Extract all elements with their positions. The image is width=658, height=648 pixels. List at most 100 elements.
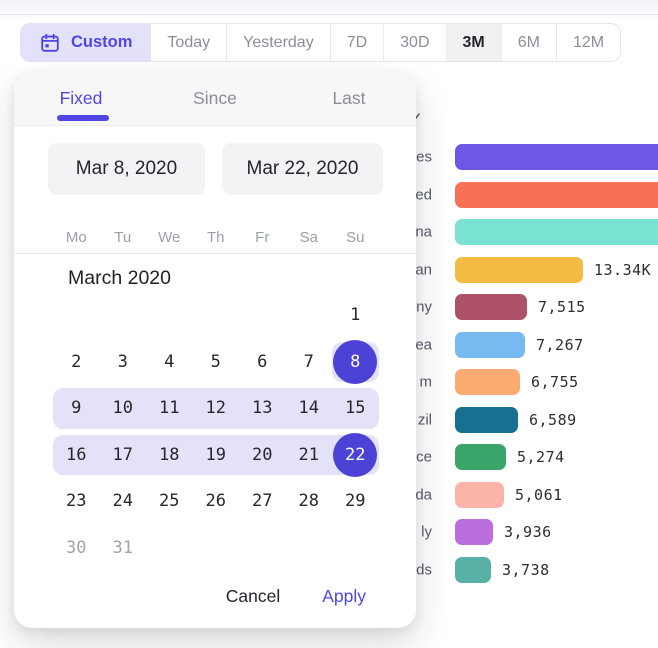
apply-button[interactable]: Apply: [322, 586, 366, 607]
chart-bar: [455, 444, 506, 470]
weekday-th: Th: [193, 224, 240, 250]
calendar-day-21[interactable]: 21: [286, 432, 333, 479]
day-number: 15: [345, 398, 365, 418]
calendar-day-6[interactable]: 6: [239, 339, 286, 386]
calendar-day-8[interactable]: 8: [332, 339, 379, 386]
custom-range-button[interactable]: Custom: [20, 23, 151, 62]
chart-bar-value: 13.34K: [594, 261, 651, 279]
custom-range-label: Custom: [71, 33, 132, 52]
tab-since[interactable]: Since: [148, 72, 282, 125]
calendar-day-25[interactable]: 25: [146, 478, 193, 525]
calendar-day-18[interactable]: 18: [146, 432, 193, 479]
calendar-week-row: 16 171819 20 21 22: [53, 432, 379, 479]
calendar-divider: [14, 253, 416, 254]
chart-bar: [455, 482, 504, 508]
calendar-day-13[interactable]: 13: [239, 385, 286, 432]
calendar-day-1[interactable]: 1: [332, 292, 379, 339]
chart-bar-value: 6,755: [531, 373, 579, 391]
day-number: 20: [252, 445, 272, 465]
end-date-input[interactable]: Mar 22, 2020: [222, 143, 383, 195]
calendar-day-9[interactable]: 9: [53, 385, 100, 432]
day-number: 5: [211, 352, 221, 372]
tab-last[interactable]: Last: [282, 72, 416, 125]
calendar-week-row: 1: [53, 292, 379, 339]
day-number: 12: [206, 398, 226, 418]
day-number: 27: [252, 491, 272, 511]
chart-row-label: da: [415, 486, 432, 503]
day-number: 10: [113, 398, 133, 418]
chart-bar: [455, 519, 493, 545]
weekday-header-row: MoTuWeThFrSaSu: [53, 224, 379, 250]
calendar-day-11[interactable]: 11: [146, 385, 193, 432]
chart-bar: [455, 332, 525, 358]
chart-bar-value: 7,515: [538, 298, 586, 316]
day-number: 9: [71, 398, 81, 418]
active-tab-underline: [57, 115, 109, 121]
chart-row-label: an: [415, 261, 432, 278]
cancel-button[interactable]: Cancel: [226, 586, 280, 607]
preset-30d[interactable]: 30D: [384, 24, 446, 61]
chart-row-label: ea: [415, 336, 432, 353]
calendar-day-12[interactable]: 12: [193, 385, 240, 432]
calendar-day-15[interactable]: 15: [332, 385, 379, 432]
day-number: 24: [113, 491, 133, 511]
day-number: 4: [164, 352, 174, 372]
calendar-day-19[interactable]: 19: [193, 432, 240, 479]
day-number: 25: [159, 491, 179, 511]
day-number: 31: [113, 538, 133, 558]
chart-bar: [455, 407, 518, 433]
calendar-day-24[interactable]: 24: [100, 478, 147, 525]
chart-row-label: ce: [416, 449, 432, 466]
day-number: 28: [299, 491, 319, 511]
chart-bar-value: 5,274: [517, 448, 565, 466]
calendar-day-5[interactable]: 5: [193, 339, 240, 386]
calendar-icon: [39, 32, 61, 54]
calendar-day-20[interactable]: 20: [239, 432, 286, 479]
start-date-input[interactable]: Mar 8, 2020: [48, 143, 205, 195]
preset-today[interactable]: Today: [151, 24, 227, 61]
day-number: 16: [66, 445, 86, 465]
preset-3m[interactable]: 3M: [447, 24, 502, 61]
chart-row-label: ly: [421, 524, 432, 541]
calendar-day-7[interactable]: 7: [286, 339, 333, 386]
calendar-day-4[interactable]: 4: [146, 339, 193, 386]
chart-row-label: ny: [416, 299, 432, 316]
day-number: 30: [66, 538, 86, 558]
day-number: 23: [66, 491, 86, 511]
calendar-day-16[interactable]: 16: [53, 432, 100, 479]
weekday-fr: Fr: [239, 224, 286, 250]
month-title: March 2020: [68, 267, 171, 290]
calendar-day-26[interactable]: 26: [193, 478, 240, 525]
chart-bar: [455, 557, 491, 583]
preset-6m[interactable]: 6M: [502, 24, 557, 61]
day-number: 21: [299, 445, 319, 465]
calendar-day-23[interactable]: 23: [53, 478, 100, 525]
chart-bar: [455, 144, 658, 170]
chart-bar: [455, 182, 658, 208]
preset-7d[interactable]: 7D: [331, 24, 384, 61]
chart-bar-value: 7,267: [536, 336, 584, 354]
calendar-day-28[interactable]: 28: [286, 478, 333, 525]
calendar-day-22[interactable]: 22: [332, 432, 379, 479]
calendar-day-29[interactable]: 29: [332, 478, 379, 525]
calendar-day-3[interactable]: 3: [100, 339, 147, 386]
preset-12m[interactable]: 12M: [557, 24, 620, 61]
calendar-day-14[interactable]: 14: [286, 385, 333, 432]
day-number: 13: [252, 398, 272, 418]
calendar-day-27[interactable]: 27: [239, 478, 286, 525]
chart-row-label: m: [420, 374, 433, 391]
calendar-day-31[interactable]: 31: [100, 525, 147, 572]
chart-bar-value: 3,936: [504, 523, 552, 541]
calendar-day-2[interactable]: 2: [53, 339, 100, 386]
chart-row-label: na: [415, 224, 432, 241]
calendar-day-17[interactable]: 17: [100, 432, 147, 479]
weekday-su: Su: [332, 224, 379, 250]
day-number: 2: [71, 352, 81, 372]
calendar-week-row: 30 31: [53, 525, 379, 572]
calendar-day-10[interactable]: 10: [100, 385, 147, 432]
chart-bar: [455, 257, 583, 283]
preset-yesterday[interactable]: Yesterday: [227, 24, 331, 61]
calendar-day-30[interactable]: 30: [53, 525, 100, 572]
calendar-week-row: 23 24 25 26 27 28 29: [53, 478, 379, 525]
chart-bar-value: 3,738: [502, 561, 550, 579]
